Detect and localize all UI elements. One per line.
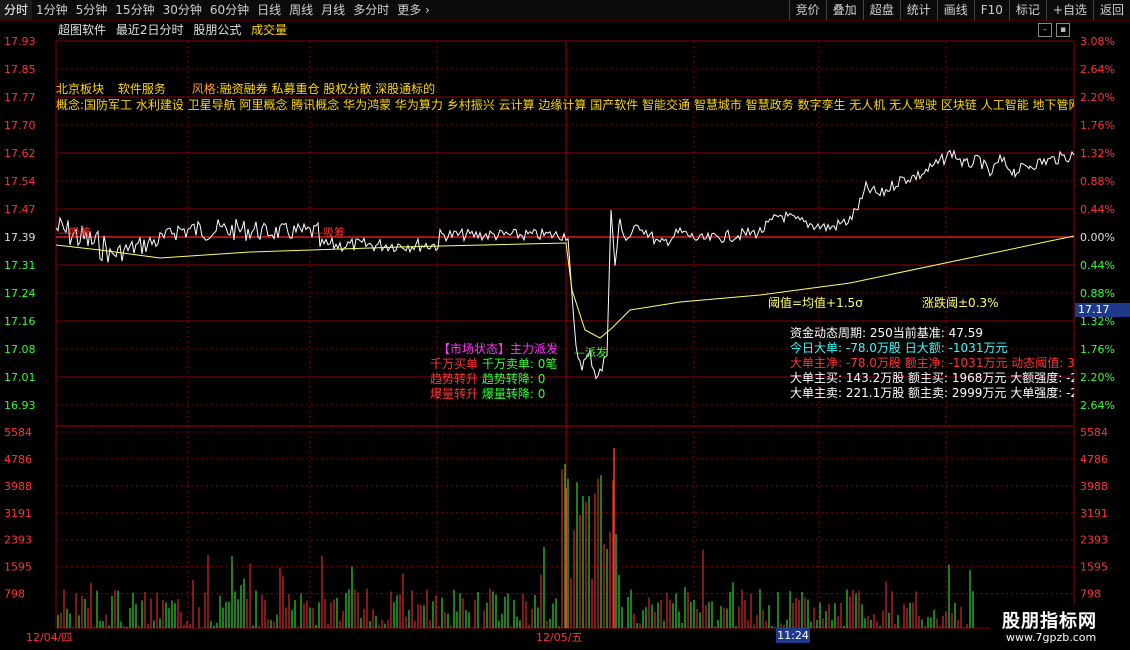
trend-up-label: 趋势转升 <box>430 372 479 386</box>
watermark-url: www.7gpzb.com <box>1006 631 1097 644</box>
volume-axis-label-right: 2393 <box>1080 534 1108 547</box>
stock-info-row: 北京板块 软件服务 风格:融资融券 私募重仓 股权分散 深股通标的 <box>56 80 435 97</box>
cursor-price-tag: 17.17 <box>1075 303 1130 317</box>
flow-net: 大单主净: -78.0万股 额主净: -1031万元 动态阈值: 34.6 <box>790 356 1074 370</box>
percent-axis-label: 1.32% <box>1080 147 1115 160</box>
price-axis-label: 17.24 <box>4 287 36 300</box>
price-axis-label: 17.31 <box>4 259 36 272</box>
trend-row: 趋势转升 趋势转降: 0 <box>430 372 558 387</box>
percent-axis-label: 0.44% <box>1080 259 1115 272</box>
price-axis-label: 17.47 <box>4 203 36 216</box>
date-label-2: 12/05/五 <box>536 631 582 644</box>
cursor-time-tag: 11:24 <box>776 628 810 643</box>
flow-buy: 大单主买: 143.2万股 额主买: 1968万元 大额强度: -20. <box>790 371 1074 385</box>
limit-label: 涨跌阈±0.3% <box>922 295 999 310</box>
volume-axis-label-right: 4786 <box>1080 453 1108 466</box>
concept-tags: 国防军工 水利建设 卫星导航 阿里概念 腾讯概念 华为鸿蒙 华为算力 乡村振兴 … <box>84 98 1074 112</box>
threshold-label: 阈值=均值+1.5σ <box>768 295 863 310</box>
volume-axis-label: 3191 <box>4 507 32 520</box>
board-label: 北京板块 <box>56 82 105 96</box>
volume-axis-label-right: 3988 <box>1080 480 1108 493</box>
percent-axis-label: 2.20% <box>1080 371 1115 384</box>
date-label-1: 12/04/四 <box>26 631 72 644</box>
flow-sell: 大单主卖: 221.1万股 额主卖: 2999万元 大单强度: -21. <box>790 386 1074 400</box>
price-axis-label: 17.93 <box>4 35 36 48</box>
price-axis-label: 17.62 <box>4 147 36 160</box>
percent-axis-label: 1.76% <box>1080 343 1115 356</box>
absorb-marker-1: —吸筹 <box>58 225 91 239</box>
dispatch-marker: —派发 <box>574 345 607 359</box>
percent-axis-label: 0.88% <box>1080 175 1115 188</box>
price-axis-label: 17.39 <box>4 231 36 244</box>
percent-axis-label: 0.88% <box>1080 287 1115 300</box>
volume-axis-label: 3988 <box>4 480 32 493</box>
market-state: 【市场状态】主力派发 <box>438 342 559 356</box>
big-buy-label: 千万买单 <box>430 357 479 371</box>
big-order-row: 千万买单 千万卖单: 0笔 <box>430 357 558 372</box>
concept-label: 概念: <box>56 98 85 112</box>
flow-period: 资金动态周期: 250当前基准: 47.59 <box>790 326 983 340</box>
site-watermark: 股朋指标网 www.7gpzb.com <box>990 605 1130 650</box>
volume-axis-label: 2393 <box>4 534 32 547</box>
market-state-panel: 【市场状态】主力派发 千万买单 千万卖单: 0笔 趋势转升 趋势转降: 0 爆量… <box>430 342 558 402</box>
volume-axis-label-right: 798 <box>1080 588 1101 601</box>
flow-today: 今日大单: -78.0万股 日大额: -1031万元 <box>790 341 1008 355</box>
style-tags: 融资融券 私募重仓 股权分散 深股通标的 <box>219 82 436 96</box>
price-axis-label: 16.93 <box>4 399 36 412</box>
absorb-marker-2: —吸筹 <box>312 225 345 239</box>
burst-row: 爆量转升 爆量转降: 0 <box>430 387 558 402</box>
price-axis-label: 17.01 <box>4 371 36 384</box>
percent-axis-label: 2.64% <box>1080 63 1115 76</box>
watermark-title: 股朋指标网 <box>1002 611 1097 632</box>
percent-axis-label: 0.00% <box>1080 231 1115 244</box>
price-axis-label: 17.85 <box>4 63 36 76</box>
volume-axis-label: 798 <box>4 588 25 601</box>
price-axis-label: 17.16 <box>4 315 36 328</box>
volume-axis-label-right: 5584 <box>1080 426 1108 439</box>
volume-axis-label: 4786 <box>4 453 32 466</box>
style-label: 风格: <box>191 82 220 96</box>
price-axis-label: 17.54 <box>4 175 36 188</box>
volume-axis-label-right: 3191 <box>1080 507 1108 520</box>
percent-axis-label: 2.20% <box>1080 91 1115 104</box>
big-sell-label: 千万卖单: 0笔 <box>481 357 558 371</box>
trend-down-label: 趋势转降: 0 <box>481 372 546 386</box>
percent-axis-label: 2.64% <box>1080 399 1115 412</box>
volume-axis-label: 1595 <box>4 561 32 574</box>
volume-axis-label: 5584 <box>4 426 32 439</box>
price-axis-label: 17.70 <box>4 119 36 132</box>
burst-down-label: 爆量转降: 0 <box>481 387 546 401</box>
percent-axis-label: 3.08% <box>1080 35 1115 48</box>
industry-label: 软件服务 <box>117 82 166 96</box>
burst-up-label: 爆量转升 <box>430 387 479 401</box>
concept-row: 概念:国防军工 水利建设 卫星导航 阿里概念 腾讯概念 华为鸿蒙 华为算力 乡村… <box>56 96 1074 113</box>
capital-flow-panel: 资金动态周期: 250当前基准: 47.59 今日大单: -78.0万股 日大额… <box>790 326 1074 401</box>
average-price-line <box>55 235 1075 339</box>
percent-axis-label: 0.44% <box>1080 203 1115 216</box>
price-axis-label: 17.77 <box>4 91 36 104</box>
price-axis-label: 17.08 <box>4 343 36 356</box>
volume-axis-label-right: 1595 <box>1080 561 1108 574</box>
percent-axis-label: 1.76% <box>1080 119 1115 132</box>
